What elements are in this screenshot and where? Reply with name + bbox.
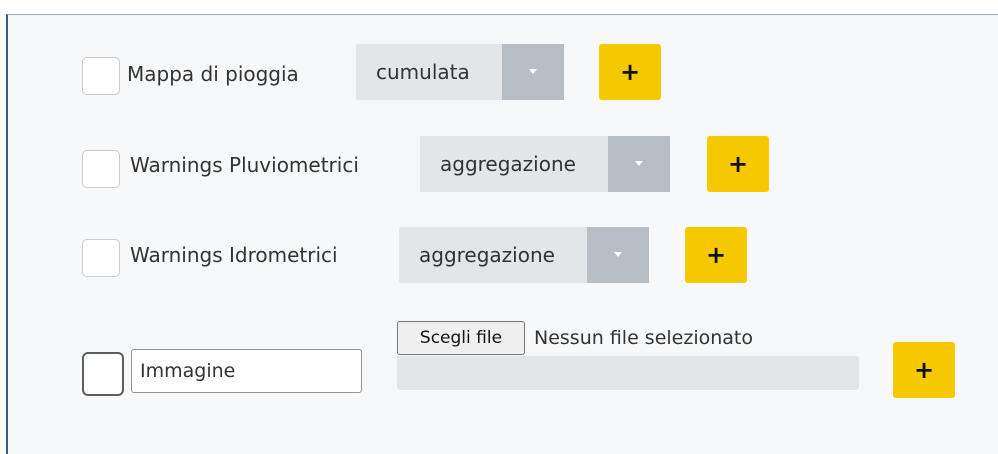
immagine-checkbox[interactable] bbox=[82, 352, 124, 396]
plus-icon: + bbox=[913, 356, 935, 384]
file-status-text: Nessun file selezionato bbox=[534, 327, 753, 349]
mappa-di-pioggia-label: Mappa di pioggia bbox=[127, 62, 299, 86]
add-warnings-idrometrici-button[interactable]: + bbox=[685, 227, 747, 283]
plus-icon: + bbox=[727, 150, 749, 178]
warnings-idrometrici-checkbox[interactable] bbox=[82, 239, 120, 277]
chevron-down-icon bbox=[635, 161, 643, 166]
dropdown-toggle[interactable] bbox=[587, 227, 649, 283]
chevron-down-icon bbox=[614, 252, 622, 257]
warnings-pluviometrici-label: Warnings Pluviometrici bbox=[130, 153, 359, 177]
image-name-input[interactable] bbox=[131, 349, 362, 393]
dropdown-toggle[interactable] bbox=[502, 44, 564, 100]
warnings-idrometrici-select[interactable]: aggregazione bbox=[399, 227, 649, 283]
dropdown-toggle[interactable] bbox=[608, 136, 670, 192]
add-warnings-pluviometrici-button[interactable]: + bbox=[707, 136, 769, 192]
mappa-di-pioggia-select-value: cumulata bbox=[376, 60, 470, 84]
plus-icon: + bbox=[705, 241, 727, 269]
mappa-di-pioggia-checkbox[interactable] bbox=[82, 57, 120, 95]
add-image-button[interactable]: + bbox=[893, 342, 955, 398]
add-mappa-di-pioggia-button[interactable]: + bbox=[599, 44, 661, 100]
warnings-idrometrici-label: Warnings Idrometrici bbox=[130, 243, 338, 267]
warnings-idrometrici-select-value: aggregazione bbox=[419, 243, 555, 267]
chevron-down-icon bbox=[529, 69, 537, 74]
warnings-pluviometrici-select-value: aggregazione bbox=[440, 152, 576, 176]
plus-icon: + bbox=[619, 58, 641, 86]
warnings-pluviometrici-select[interactable]: aggregazione bbox=[420, 136, 670, 192]
mappa-di-pioggia-select[interactable]: cumulata bbox=[356, 44, 564, 100]
choose-file-button[interactable]: Scegli file bbox=[397, 321, 525, 355]
layer-options-panel: Mappa di pioggia cumulata + Warnings Plu… bbox=[6, 14, 998, 454]
warnings-pluviometrici-checkbox[interactable] bbox=[82, 150, 120, 188]
file-upload-progress-bar bbox=[397, 356, 859, 390]
